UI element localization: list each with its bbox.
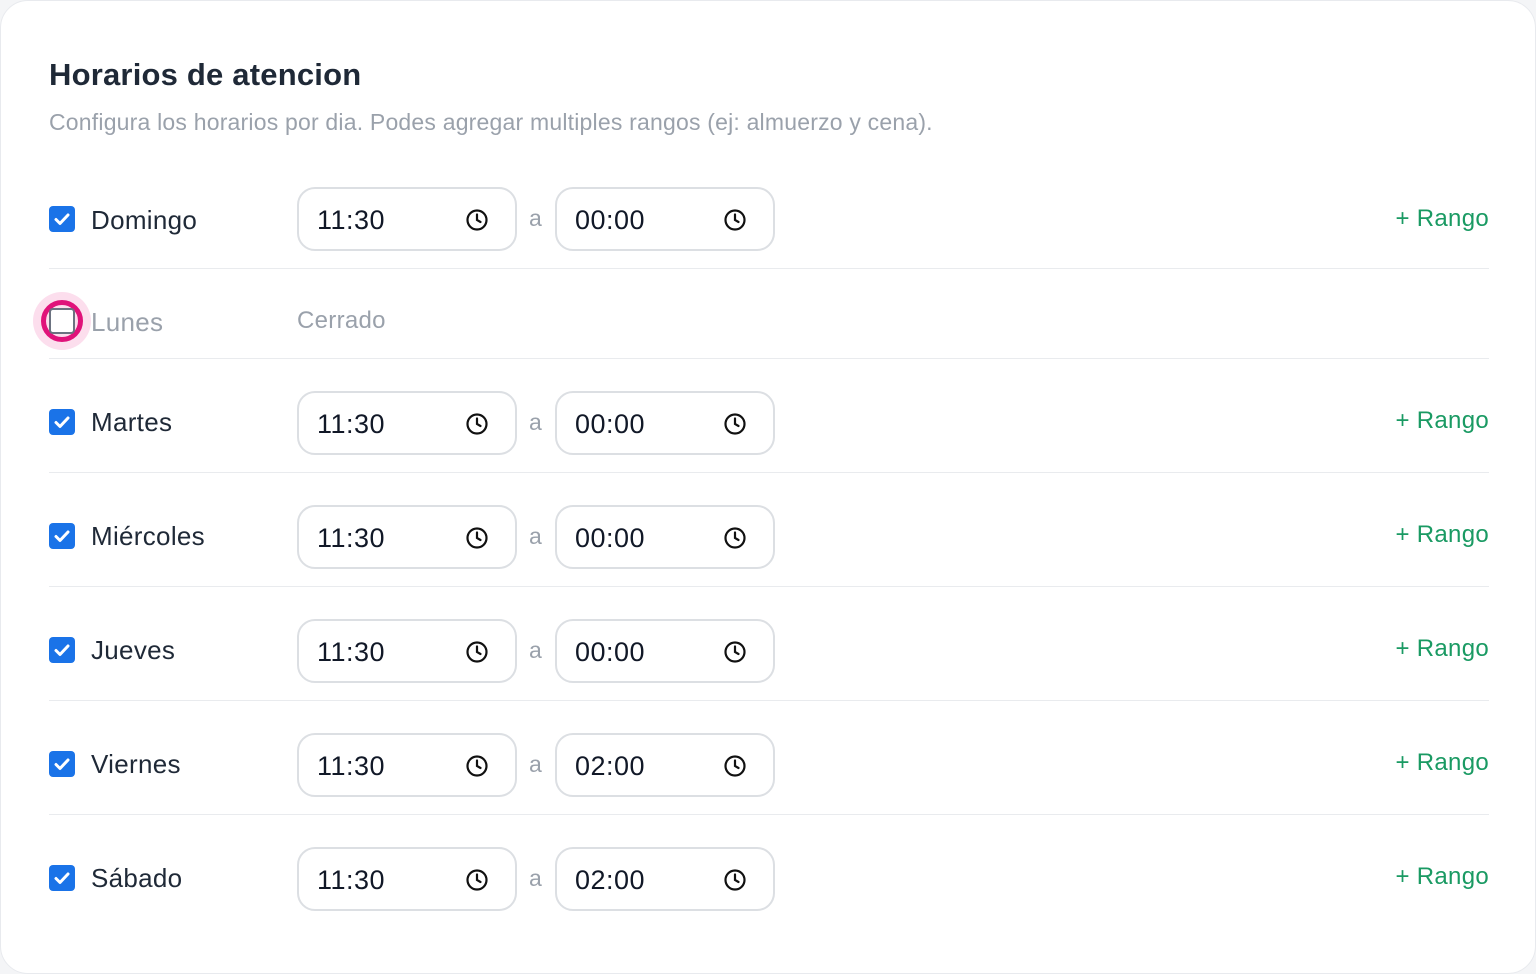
time-from-value: 11:30	[317, 751, 386, 781]
time-to-input[interactable]: 00:00	[555, 505, 775, 569]
time-from-input[interactable]: 11:30	[297, 847, 517, 911]
day-row-domingo: Domingo 11:30 a 00:00 + Rango	[49, 171, 1489, 269]
day-row-sabado: Sábado 11:30 a 02:00 + Rango	[49, 815, 1489, 929]
time-to-input[interactable]: 00:00	[555, 619, 775, 683]
add-range-button[interactable]: + Rango	[1395, 635, 1489, 663]
time-to-value: 00:00	[575, 637, 646, 667]
day-checkbox-domingo[interactable]	[49, 206, 75, 232]
page-subtitle: Configura los horarios por dia. Podes ag…	[49, 109, 933, 135]
time-from-input[interactable]: 11:30	[297, 187, 517, 251]
time-from-value: 11:30	[317, 205, 386, 235]
add-range-button[interactable]: + Rango	[1395, 205, 1489, 233]
clock-icon[interactable]	[465, 526, 489, 550]
add-range-button[interactable]: + Rango	[1395, 521, 1489, 549]
time-to-value: 00:00	[575, 205, 646, 235]
range-separator: a	[529, 409, 542, 435]
range-separator: a	[529, 751, 542, 777]
check-icon	[54, 530, 70, 542]
page-title: Horarios de atencion	[49, 57, 362, 92]
day-row-miercoles: Miércoles 11:30 a 00:00 + Rango	[49, 473, 1489, 587]
closed-label: Cerrado	[297, 307, 386, 334]
day-label: Viernes	[91, 749, 181, 779]
time-to-input[interactable]: 02:00	[555, 847, 775, 911]
day-label: Jueves	[91, 635, 176, 665]
check-icon	[54, 872, 70, 884]
day-label: Lunes	[91, 307, 164, 337]
time-to-input[interactable]: 00:00	[555, 187, 775, 251]
day-checkbox-lunes[interactable]	[49, 308, 75, 334]
range-separator: a	[529, 205, 542, 231]
day-checkbox-miercoles[interactable]	[49, 523, 75, 549]
time-to-value: 02:00	[575, 751, 646, 781]
clock-icon[interactable]	[723, 754, 747, 778]
check-icon	[54, 213, 70, 225]
clock-icon[interactable]	[465, 208, 489, 232]
clock-icon[interactable]	[465, 640, 489, 664]
time-from-value: 11:30	[317, 523, 386, 553]
add-range-button[interactable]: + Rango	[1395, 749, 1489, 777]
range-separator: a	[529, 865, 542, 891]
clock-icon[interactable]	[723, 208, 747, 232]
time-from-input[interactable]: 11:30	[297, 619, 517, 683]
time-to-value: 00:00	[575, 409, 646, 439]
day-label: Sábado	[91, 863, 183, 893]
add-range-button[interactable]: + Rango	[1395, 407, 1489, 435]
time-to-input[interactable]: 02:00	[555, 733, 775, 797]
check-icon	[54, 644, 70, 656]
check-icon	[54, 758, 70, 770]
add-range-button[interactable]: + Rango	[1395, 863, 1489, 891]
day-label: Domingo	[91, 205, 198, 235]
hours-card: Horarios de atencion Configura los horar…	[0, 0, 1536, 974]
range-separator: a	[529, 637, 542, 663]
day-row-lunes: Lunes Cerrado	[33, 269, 1489, 359]
time-from-value: 11:30	[317, 409, 386, 439]
time-to-value: 00:00	[575, 523, 646, 553]
day-row-jueves: Jueves 11:30 a 00:00 + Rango	[49, 587, 1489, 701]
time-from-value: 11:30	[317, 865, 386, 895]
range-separator: a	[529, 523, 542, 549]
day-row-martes: Martes 11:30 a 00:00 + Rango	[49, 359, 1489, 473]
clock-icon[interactable]	[465, 754, 489, 778]
clock-icon[interactable]	[465, 868, 489, 892]
day-checkbox-martes[interactable]	[49, 409, 75, 435]
time-from-input[interactable]: 11:30	[297, 505, 517, 569]
day-checkbox-jueves[interactable]	[49, 637, 75, 663]
time-to-value: 02:00	[575, 865, 646, 895]
day-checkbox-viernes[interactable]	[49, 751, 75, 777]
clock-icon[interactable]	[723, 412, 747, 436]
day-checkbox-sabado[interactable]	[49, 865, 75, 891]
clock-icon[interactable]	[723, 868, 747, 892]
time-from-input[interactable]: 11:30	[297, 391, 517, 455]
day-label: Miércoles	[91, 521, 205, 551]
time-from-input[interactable]: 11:30	[297, 733, 517, 797]
day-label: Martes	[91, 407, 173, 437]
day-row-viernes: Viernes 11:30 a 02:00 + Rango	[49, 701, 1489, 815]
clock-icon[interactable]	[465, 412, 489, 436]
clock-icon[interactable]	[723, 526, 747, 550]
time-from-value: 11:30	[317, 637, 386, 667]
time-to-input[interactable]: 00:00	[555, 391, 775, 455]
clock-icon[interactable]	[723, 640, 747, 664]
check-icon	[54, 416, 70, 428]
